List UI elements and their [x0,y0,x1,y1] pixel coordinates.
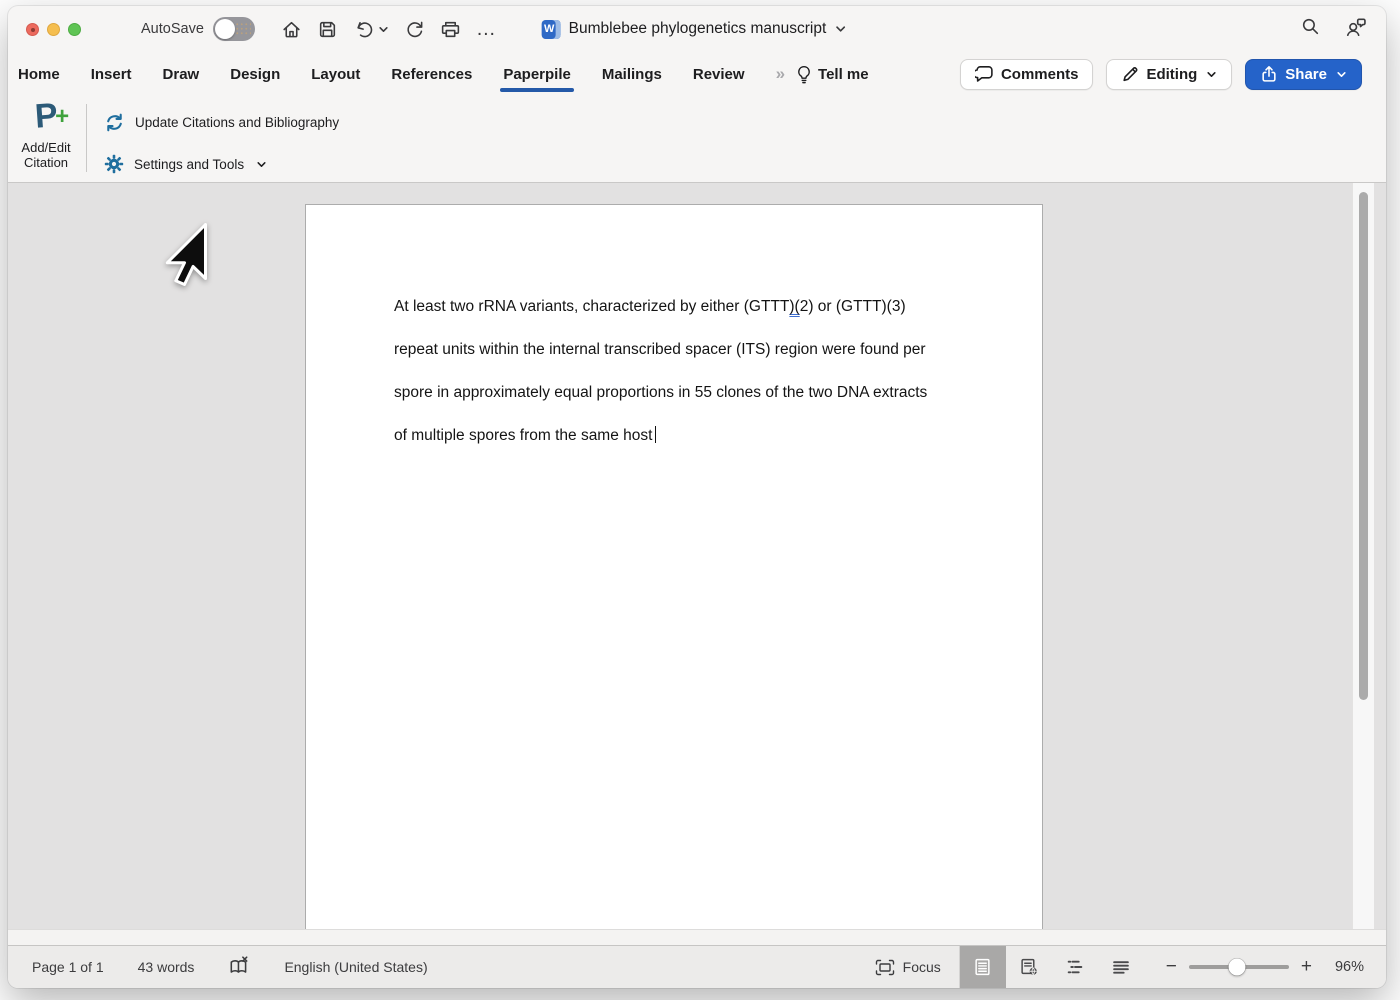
desktop: AutoSave … [0,0,1400,1000]
tell-me-button[interactable]: Tell me [796,65,869,84]
update-citations-button[interactable]: Update Citations and Bibliography [104,112,339,133]
mouse-pointer-icon [156,223,207,286]
contact-presence-icon[interactable] [1345,16,1368,43]
share-button[interactable]: Share [1245,59,1362,90]
add-edit-citation-label-line1: Add/Edit [14,140,78,155]
share-chevron-icon [1336,69,1347,80]
lightbulb-icon [796,65,812,84]
doc-line-3: spore in approximately equal proportions… [394,371,927,414]
word-count[interactable]: 43 words [138,959,195,975]
document-page[interactable]: At least two rRNA variants, characterize… [305,204,1043,929]
tab-overflow-icon[interactable]: » [776,64,784,84]
close-button[interactable] [26,23,39,36]
undo-chevron-icon [378,24,389,35]
document-text[interactable]: At least two rRNA variants, characterize… [394,285,927,457]
update-citations-label: Update Citations and Bibliography [135,115,339,130]
scrollbar-thumb[interactable] [1359,192,1368,700]
zoom-slider-knob[interactable] [1228,959,1245,976]
title-bar: AutoSave … [8,6,1386,52]
zoom-slider[interactable] [1189,965,1289,969]
focus-label: Focus [903,959,941,975]
web-layout-view-button[interactable] [1006,946,1052,988]
language-indicator[interactable]: English (United States) [284,959,427,975]
search-icon[interactable] [1300,16,1321,42]
status-bar: Page 1 of 1 43 words English (United Sta… [8,945,1386,988]
doc-line-2: repeat units within the internal transcr… [394,328,927,371]
add-edit-citation-label-line2: Citation [14,155,78,170]
tab-home[interactable]: Home [18,66,60,83]
outline-view-icon [1066,959,1084,975]
undo-icon[interactable] [353,19,389,40]
save-icon[interactable] [317,19,338,40]
tab-draw[interactable]: Draw [163,66,200,83]
redo-icon[interactable] [404,19,425,40]
doc-line-4: of multiple spores from the same host [394,414,927,457]
share-icon [1260,65,1278,83]
gear-icon [104,154,124,174]
more-commands-icon[interactable]: … [476,24,497,34]
home-icon[interactable] [281,19,302,40]
document-canvas: At least two rRNA variants, characterize… [8,183,1386,945]
tab-review[interactable]: Review [693,66,745,83]
draft-view-button[interactable] [1098,946,1144,988]
editing-mode-button[interactable]: Editing [1106,59,1232,90]
zoom-out-button[interactable]: − [1166,956,1177,978]
add-edit-citation-button[interactable]: P+ Add/Edit Citation [14,98,78,170]
print-layout-view-button[interactable] [960,946,1006,988]
tab-layout[interactable]: Layout [311,66,360,83]
document-title[interactable]: Bumblebee phylogenetics manuscript [569,20,827,38]
zoom-level[interactable]: 96% [1324,959,1364,975]
autosave-label: AutoSave [141,21,204,37]
tab-paperpile[interactable]: Paperpile [503,66,571,83]
grammar-suggestion[interactable]: )( [789,298,799,315]
comments-button[interactable]: Comments [960,59,1094,90]
minimize-button[interactable] [47,23,60,36]
web-layout-icon [1020,958,1038,976]
autosave-toggle[interactable] [213,17,255,41]
settings-tools-button[interactable]: Settings and Tools [104,154,267,174]
doc-line-1: At least two rRNA variants, characterize… [394,285,927,328]
fullscreen-button[interactable] [68,23,81,36]
draft-view-icon [1112,960,1130,975]
text-cursor [655,426,656,443]
print-icon[interactable] [440,19,461,40]
tab-references[interactable]: References [391,66,472,83]
proofing-errors-icon[interactable] [228,956,250,979]
tell-me-label: Tell me [818,66,869,83]
editing-chevron-icon [1206,69,1217,80]
page-indicator[interactable]: Page 1 of 1 [32,959,104,975]
horizontal-scroll-strip [8,929,1386,945]
ribbon-tab-bar: Home Insert Draw Design Layout Reference… [8,52,1386,96]
settings-tools-label: Settings and Tools [134,157,244,172]
settings-chevron-icon [256,159,267,170]
traffic-lights [26,23,81,36]
outline-view-button[interactable] [1052,946,1098,988]
refresh-icon [104,112,125,133]
word-doc-icon: W [542,20,561,39]
ribbon-divider [86,104,87,172]
paperpile-logo-icon: P+ [33,97,58,134]
paperpile-ribbon: P+ Add/Edit Citation Update Citations an… [8,96,1386,183]
word-window: AutoSave … [8,6,1386,988]
focus-icon [875,959,895,976]
tab-mailings[interactable]: Mailings [602,66,662,83]
zoom-in-button[interactable]: + [1301,956,1312,978]
tab-design[interactable]: Design [230,66,280,83]
title-chevron-down-icon[interactable] [834,23,846,35]
pencil-icon [1121,65,1139,83]
focus-button[interactable]: Focus [875,959,941,976]
vertical-scrollbar[interactable] [1352,183,1374,929]
tab-insert[interactable]: Insert [91,66,132,83]
print-layout-icon [974,958,991,976]
comment-bubble-icon [975,65,994,83]
